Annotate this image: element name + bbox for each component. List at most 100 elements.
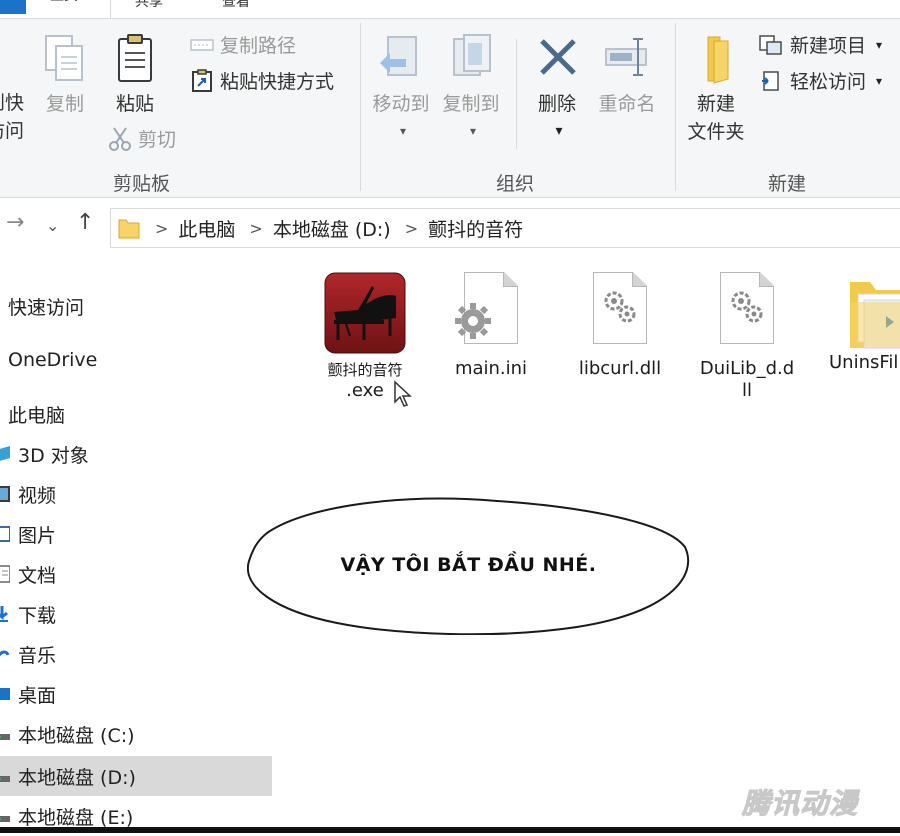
tab-home[interactable]: 主页: [0, 0, 111, 18]
forward-arrow-icon[interactable]: →: [6, 210, 24, 235]
copy-to-dropdown-icon: ▾: [469, 124, 477, 138]
copy-label: 复制: [45, 93, 84, 115]
nav-item-music[interactable]: 音乐: [0, 634, 272, 674]
paste-shortcut-button[interactable]: 粘贴快捷方式: [190, 67, 334, 94]
file-name-line1: DuiLib_d.d: [699, 358, 795, 379]
nav-item-quick-access[interactable]: 快速访问: [0, 286, 272, 326]
new-item-button[interactable]: 新建项目 ▾: [758, 31, 882, 58]
easy-access-icon: [762, 70, 779, 91]
nav-item-pictures[interactable]: 图片: [0, 514, 272, 554]
copy-path-icon: [190, 38, 214, 51]
file-item-duilib-dll[interactable]: DuiLib_d.d ll: [687, 272, 807, 402]
nav-item-label: 本地磁盘 (E:): [18, 806, 134, 829]
speech-bubble-text: VẬY TÔI BẮT ĐẦU NHÉ.: [340, 554, 597, 576]
copy-button[interactable]: 复制: [40, 33, 90, 118]
folder-icon: [850, 282, 900, 349]
move-to-dropdown-icon: ▾: [399, 124, 407, 138]
document-icon: [0, 565, 10, 583]
music-icon: [0, 650, 10, 657]
file-menu-button[interactable]: [0, 0, 26, 14]
easy-access-button[interactable]: 轻松访问 ▾: [758, 67, 882, 94]
paste-shortcut-icon: [192, 68, 212, 92]
breadcrumb-drive-d[interactable]: 本地磁盘 (D:): [273, 215, 391, 242]
ribbon-tab-strip: 主页 共享 查看: [0, 0, 900, 19]
easy-access-dropdown-icon: ▾: [876, 73, 883, 88]
nav-item-label: 3D 对象: [18, 444, 89, 467]
delete-button[interactable]: 删除 ▾: [524, 33, 590, 140]
scissors-icon: [109, 126, 131, 151]
delete-label: 删除: [537, 93, 576, 115]
clipboard-icon: [118, 34, 152, 82]
nav-item-label: 文档: [18, 564, 57, 587]
copy-path-button[interactable]: 复制路径: [190, 31, 296, 58]
nav-item-3d-objects[interactable]: 3D 对象: [0, 434, 272, 474]
new-folder-button[interactable]: 新建 文件夹: [682, 33, 750, 146]
file-item-libcurl-dll[interactable]: libcurl.dll: [560, 272, 680, 380]
navigation-pane: 快速访问 OneDrive 此电脑 3D 对象 视频 图片 文档 下载 音乐 桌…: [0, 262, 276, 829]
tab-share[interactable]: 共享: [135, 0, 163, 18]
file-item-exe[interactable]: 颤抖的音符 .exe: [305, 272, 425, 407]
file-name: main.ini: [454, 358, 528, 379]
nav-item-drive-d[interactable]: 本地磁盘 (D:): [0, 756, 272, 796]
ribbon: 到快 访问 复制 粘贴 复制路径: [0, 19, 900, 198]
pin-to-quick-access-button[interactable]: 到快 访问: [0, 89, 26, 145]
bottom-border: [0, 827, 900, 833]
breadcrumb-chevron-icon[interactable]: >: [405, 219, 418, 238]
new-folder-icon: [707, 36, 729, 84]
breadcrumb-chevron-icon[interactable]: >: [249, 219, 262, 238]
paste-shortcut-label: 粘贴快捷方式: [220, 71, 335, 93]
mouse-cursor-icon: [394, 380, 412, 407]
rename-button[interactable]: 重命名: [594, 33, 660, 118]
move-to-button[interactable]: 移动到 ▾: [368, 33, 434, 140]
nav-item-videos[interactable]: 视频: [0, 474, 272, 514]
recent-locations-icon[interactable]: ⌄: [46, 216, 59, 235]
new-item-dropdown-icon: ▾: [876, 37, 883, 52]
gears-icon: [731, 291, 763, 323]
group-divider: [675, 23, 676, 191]
settings-file-icon: [455, 272, 518, 344]
nav-item-this-pc[interactable]: 此电脑: [0, 394, 272, 434]
move-to-label: 移动到: [372, 93, 430, 115]
group-divider: [360, 23, 361, 191]
nav-item-downloads[interactable]: 下载: [0, 594, 272, 634]
copy-path-label: 复制路径: [220, 35, 297, 57]
file-name-line2: ll: [741, 380, 752, 401]
speech-bubble: VẬY TÔI BẮT ĐẦU NHÉ.: [247, 495, 690, 635]
breadcrumb-current-folder[interactable]: 颤抖的音符: [428, 215, 523, 242]
nav-item-drive-c[interactable]: 本地磁盘 (C:): [0, 714, 272, 754]
drive-icon: [0, 776, 10, 782]
drive-icon: [0, 816, 10, 822]
picture-icon: [0, 526, 10, 542]
new-item-icon: [759, 34, 782, 55]
move-to-icon: [380, 36, 417, 76]
up-arrow-icon[interactable]: ↑: [76, 210, 94, 235]
cube-icon: [0, 446, 10, 461]
address-bar[interactable]: > 此电脑 > 本地磁盘 (D:) > 颤抖的音符: [110, 208, 900, 248]
nav-item-label: 本地磁盘 (D:): [18, 766, 136, 789]
cut-button[interactable]: 剪切: [108, 125, 176, 152]
piano-app-icon: [324, 272, 406, 354]
nav-item-label: 快速访问: [8, 296, 85, 319]
watermark-logo: 腾讯动漫: [741, 787, 859, 821]
file-item-main-ini[interactable]: main.ini: [431, 272, 551, 380]
paste-button[interactable]: 粘贴: [108, 33, 162, 118]
dll-file-icon: [720, 272, 774, 344]
nav-item-label: 下载: [18, 604, 57, 627]
gear-icon: [455, 303, 491, 339]
nav-item-onedrive[interactable]: OneDrive: [0, 340, 272, 380]
organize-group-label: 组织: [496, 173, 535, 195]
copy-to-button[interactable]: 复制到 ▾: [438, 33, 504, 140]
nav-item-documents[interactable]: 文档: [0, 554, 272, 594]
nav-item-label: 视频: [18, 484, 57, 507]
delete-dropdown-icon: ▾: [555, 123, 563, 139]
tab-view[interactable]: 查看: [222, 0, 250, 18]
download-icon: [0, 606, 8, 622]
nav-item-label: OneDrive: [8, 349, 98, 371]
nav-item-label: 桌面: [18, 684, 57, 707]
tab-share-label: 共享: [135, 0, 163, 10]
new-folder-label-line1: 新建: [696, 93, 735, 115]
file-item-unins-folder[interactable]: UninsFil: [812, 272, 900, 374]
breadcrumb-chevron-icon[interactable]: >: [155, 219, 168, 238]
breadcrumb-this-pc[interactable]: 此电脑: [178, 215, 235, 242]
nav-item-desktop[interactable]: 桌面: [0, 674, 272, 714]
